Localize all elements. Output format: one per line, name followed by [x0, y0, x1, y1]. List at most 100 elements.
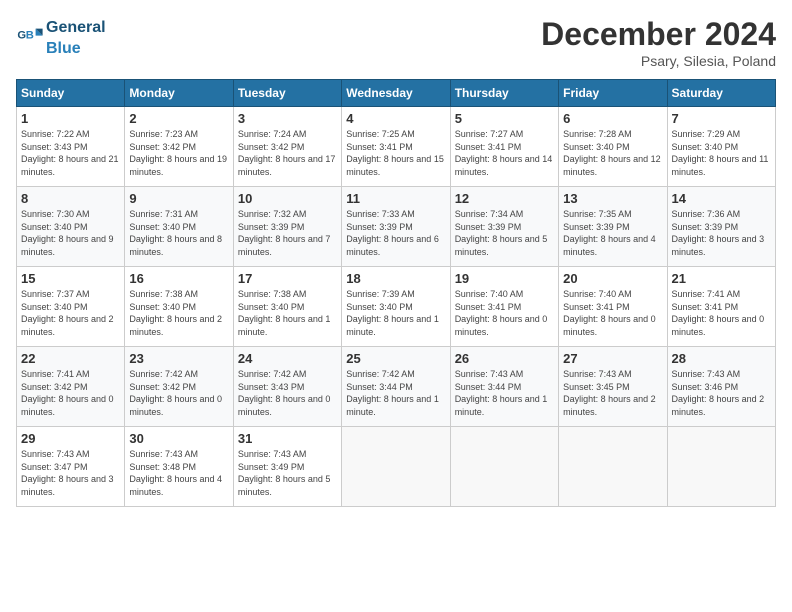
calendar-cell: 18 Sunrise: 7:39 AM Sunset: 3:40 PM Dayl…	[342, 267, 450, 347]
day-info: Sunrise: 7:31 AM Sunset: 3:40 PM Dayligh…	[129, 208, 228, 258]
day-info: Sunrise: 7:29 AM Sunset: 3:40 PM Dayligh…	[672, 128, 771, 178]
day-info: Sunrise: 7:22 AM Sunset: 3:43 PM Dayligh…	[21, 128, 120, 178]
day-info: Sunrise: 7:42 AM Sunset: 3:42 PM Dayligh…	[129, 368, 228, 418]
day-info: Sunrise: 7:37 AM Sunset: 3:40 PM Dayligh…	[21, 288, 120, 338]
col-friday: Friday	[559, 80, 667, 107]
calendar-cell: 7 Sunrise: 7:29 AM Sunset: 3:40 PM Dayli…	[667, 107, 775, 187]
location-title: Psary, Silesia, Poland	[541, 53, 776, 69]
day-number: 11	[346, 191, 445, 206]
calendar-cell: 2 Sunrise: 7:23 AM Sunset: 3:42 PM Dayli…	[125, 107, 233, 187]
day-number: 3	[238, 111, 337, 126]
calendar-cell: 24 Sunrise: 7:42 AM Sunset: 3:43 PM Dayl…	[233, 347, 341, 427]
calendar-cell: 5 Sunrise: 7:27 AM Sunset: 3:41 PM Dayli…	[450, 107, 558, 187]
col-sunday: Sunday	[17, 80, 125, 107]
calendar-cell: 6 Sunrise: 7:28 AM Sunset: 3:40 PM Dayli…	[559, 107, 667, 187]
day-number: 23	[129, 351, 228, 366]
day-info: Sunrise: 7:43 AM Sunset: 3:48 PM Dayligh…	[129, 448, 228, 498]
day-info: Sunrise: 7:38 AM Sunset: 3:40 PM Dayligh…	[238, 288, 337, 338]
day-number: 27	[563, 351, 662, 366]
logo-general: General	[46, 19, 106, 36]
day-info: Sunrise: 7:25 AM Sunset: 3:41 PM Dayligh…	[346, 128, 445, 178]
day-number: 8	[21, 191, 120, 206]
day-number: 15	[21, 271, 120, 286]
day-number: 31	[238, 431, 337, 446]
calendar-cell: 21 Sunrise: 7:41 AM Sunset: 3:41 PM Dayl…	[667, 267, 775, 347]
col-tuesday: Tuesday	[233, 80, 341, 107]
calendar-container: G B General Blue December 2024 Psary, Si…	[0, 0, 792, 515]
day-info: Sunrise: 7:43 AM Sunset: 3:45 PM Dayligh…	[563, 368, 662, 418]
header-row: Sunday Monday Tuesday Wednesday Thursday…	[17, 80, 776, 107]
day-number: 7	[672, 111, 771, 126]
day-info: Sunrise: 7:43 AM Sunset: 3:49 PM Dayligh…	[238, 448, 337, 498]
day-number: 14	[672, 191, 771, 206]
calendar-cell: 25 Sunrise: 7:42 AM Sunset: 3:44 PM Dayl…	[342, 347, 450, 427]
day-info: Sunrise: 7:34 AM Sunset: 3:39 PM Dayligh…	[455, 208, 554, 258]
day-info: Sunrise: 7:41 AM Sunset: 3:41 PM Dayligh…	[672, 288, 771, 338]
day-info: Sunrise: 7:39 AM Sunset: 3:40 PM Dayligh…	[346, 288, 445, 338]
day-number: 10	[238, 191, 337, 206]
day-info: Sunrise: 7:36 AM Sunset: 3:39 PM Dayligh…	[672, 208, 771, 258]
calendar-cell	[667, 427, 775, 507]
day-info: Sunrise: 7:43 AM Sunset: 3:44 PM Dayligh…	[455, 368, 554, 418]
calendar-cell: 20 Sunrise: 7:40 AM Sunset: 3:41 PM Dayl…	[559, 267, 667, 347]
col-saturday: Saturday	[667, 80, 775, 107]
day-number: 6	[563, 111, 662, 126]
calendar-cell: 28 Sunrise: 7:43 AM Sunset: 3:46 PM Dayl…	[667, 347, 775, 427]
calendar-week-3: 15 Sunrise: 7:37 AM Sunset: 3:40 PM Dayl…	[17, 267, 776, 347]
month-title: December 2024	[541, 16, 776, 53]
title-section: December 2024 Psary, Silesia, Poland	[541, 16, 776, 69]
calendar-week-2: 8 Sunrise: 7:30 AM Sunset: 3:40 PM Dayli…	[17, 187, 776, 267]
day-number: 5	[455, 111, 554, 126]
day-info: Sunrise: 7:27 AM Sunset: 3:41 PM Dayligh…	[455, 128, 554, 178]
calendar-cell	[342, 427, 450, 507]
calendar-cell: 31 Sunrise: 7:43 AM Sunset: 3:49 PM Dayl…	[233, 427, 341, 507]
day-info: Sunrise: 7:42 AM Sunset: 3:44 PM Dayligh…	[346, 368, 445, 418]
calendar-cell: 8 Sunrise: 7:30 AM Sunset: 3:40 PM Dayli…	[17, 187, 125, 267]
col-thursday: Thursday	[450, 80, 558, 107]
day-number: 1	[21, 111, 120, 126]
calendar-cell: 17 Sunrise: 7:38 AM Sunset: 3:40 PM Dayl…	[233, 267, 341, 347]
day-number: 4	[346, 111, 445, 126]
calendar-cell	[559, 427, 667, 507]
day-number: 16	[129, 271, 228, 286]
calendar-header: Sunday Monday Tuesday Wednesday Thursday…	[17, 80, 776, 107]
calendar-cell	[450, 427, 558, 507]
calendar-cell: 12 Sunrise: 7:34 AM Sunset: 3:39 PM Dayl…	[450, 187, 558, 267]
calendar-cell: 26 Sunrise: 7:43 AM Sunset: 3:44 PM Dayl…	[450, 347, 558, 427]
day-info: Sunrise: 7:42 AM Sunset: 3:43 PM Dayligh…	[238, 368, 337, 418]
day-number: 24	[238, 351, 337, 366]
day-number: 13	[563, 191, 662, 206]
calendar-cell: 15 Sunrise: 7:37 AM Sunset: 3:40 PM Dayl…	[17, 267, 125, 347]
day-number: 12	[455, 191, 554, 206]
calendar-cell: 16 Sunrise: 7:38 AM Sunset: 3:40 PM Dayl…	[125, 267, 233, 347]
calendar-cell: 3 Sunrise: 7:24 AM Sunset: 3:42 PM Dayli…	[233, 107, 341, 187]
calendar-cell: 13 Sunrise: 7:35 AM Sunset: 3:39 PM Dayl…	[559, 187, 667, 267]
day-info: Sunrise: 7:40 AM Sunset: 3:41 PM Dayligh…	[455, 288, 554, 338]
calendar-cell: 29 Sunrise: 7:43 AM Sunset: 3:47 PM Dayl…	[17, 427, 125, 507]
calendar-week-5: 29 Sunrise: 7:43 AM Sunset: 3:47 PM Dayl…	[17, 427, 776, 507]
calendar-cell: 30 Sunrise: 7:43 AM Sunset: 3:48 PM Dayl…	[125, 427, 233, 507]
svg-text:B: B	[26, 29, 34, 41]
calendar-table: Sunday Monday Tuesday Wednesday Thursday…	[16, 79, 776, 507]
calendar-cell: 10 Sunrise: 7:32 AM Sunset: 3:39 PM Dayl…	[233, 187, 341, 267]
day-number: 30	[129, 431, 228, 446]
header: G B General Blue December 2024 Psary, Si…	[16, 16, 776, 69]
calendar-body: 1 Sunrise: 7:22 AM Sunset: 3:43 PM Dayli…	[17, 107, 776, 507]
day-info: Sunrise: 7:38 AM Sunset: 3:40 PM Dayligh…	[129, 288, 228, 338]
day-number: 22	[21, 351, 120, 366]
logo: G B General Blue	[16, 16, 106, 58]
day-info: Sunrise: 7:43 AM Sunset: 3:46 PM Dayligh…	[672, 368, 771, 418]
calendar-cell: 9 Sunrise: 7:31 AM Sunset: 3:40 PM Dayli…	[125, 187, 233, 267]
day-number: 21	[672, 271, 771, 286]
day-number: 28	[672, 351, 771, 366]
day-number: 19	[455, 271, 554, 286]
day-number: 26	[455, 351, 554, 366]
day-info: Sunrise: 7:35 AM Sunset: 3:39 PM Dayligh…	[563, 208, 662, 258]
logo-blue: Blue	[46, 40, 81, 57]
day-number: 18	[346, 271, 445, 286]
calendar-cell: 27 Sunrise: 7:43 AM Sunset: 3:45 PM Dayl…	[559, 347, 667, 427]
day-number: 17	[238, 271, 337, 286]
day-info: Sunrise: 7:41 AM Sunset: 3:42 PM Dayligh…	[21, 368, 120, 418]
col-wednesday: Wednesday	[342, 80, 450, 107]
day-info: Sunrise: 7:43 AM Sunset: 3:47 PM Dayligh…	[21, 448, 120, 498]
